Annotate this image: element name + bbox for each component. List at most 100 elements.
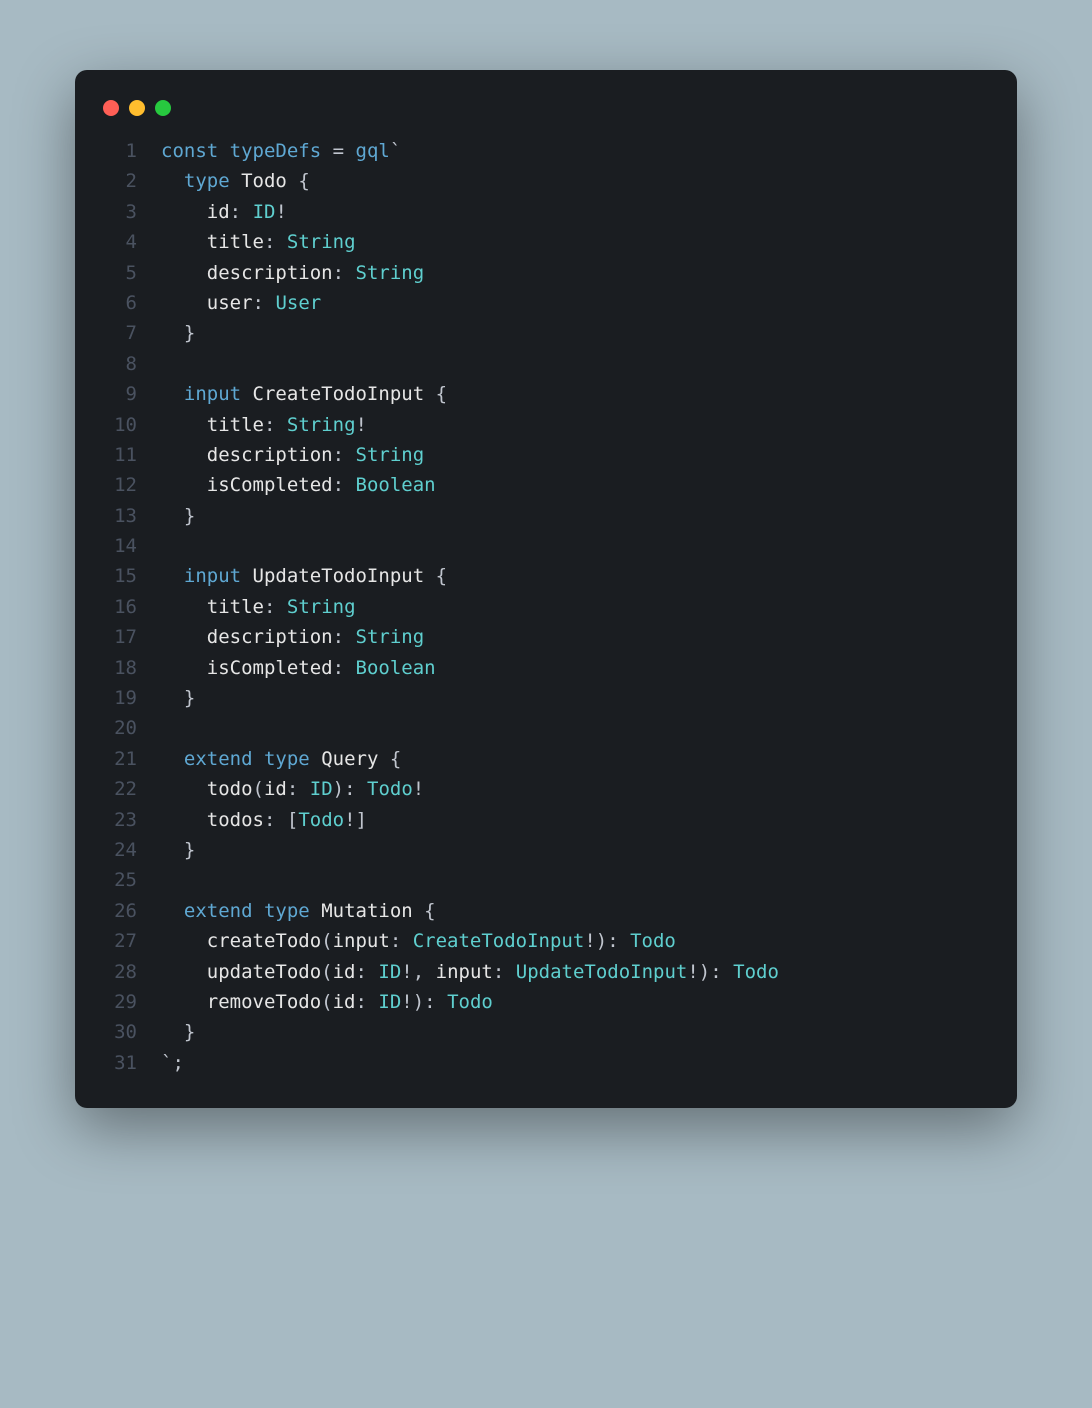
line-content[interactable]: } — [161, 683, 195, 713]
code-line[interactable]: 17 description: String — [103, 622, 989, 652]
code-line[interactable]: 27 createTodo(input: CreateTodoInput!): … — [103, 926, 989, 956]
token-kw: type — [264, 748, 310, 770]
line-content[interactable]: const typeDefs = gql` — [161, 136, 401, 166]
code-line[interactable]: 3 id: ID! — [103, 197, 989, 227]
code-line[interactable]: 15 input UpdateTodoInput { — [103, 561, 989, 591]
code-line[interactable]: 22 todo(id: ID): Todo! — [103, 774, 989, 804]
token-field: description — [207, 444, 333, 466]
token-plain — [161, 839, 184, 861]
token-plain — [344, 474, 355, 496]
line-content[interactable]: isCompleted: Boolean — [161, 653, 436, 683]
token-plain — [161, 687, 184, 709]
token-punct: : — [390, 930, 401, 952]
line-content[interactable]: `; — [161, 1048, 184, 1078]
line-content[interactable]: title: String — [161, 592, 356, 622]
code-line[interactable]: 5 description: String — [103, 258, 989, 288]
line-content[interactable]: type Todo { — [161, 166, 310, 196]
code-line[interactable]: 1const typeDefs = gql` — [103, 136, 989, 166]
token-punct: ` — [390, 140, 401, 162]
line-content[interactable]: title: String — [161, 227, 356, 257]
token-field: updateTodo — [207, 961, 321, 983]
token-plain — [424, 961, 435, 983]
token-plain — [356, 778, 367, 800]
code-line[interactable]: 26 extend type Mutation { — [103, 896, 989, 926]
code-line[interactable]: 20 — [103, 713, 989, 743]
token-ty: ID — [378, 961, 401, 983]
code-line[interactable]: 8 — [103, 349, 989, 379]
code-area[interactable]: 1const typeDefs = gql`2 type Todo {3 id:… — [75, 136, 1017, 1078]
code-line[interactable]: 25 — [103, 865, 989, 895]
line-content[interactable]: extend type Query { — [161, 744, 401, 774]
minimize-icon[interactable] — [129, 100, 145, 116]
code-editor-window: 1const typeDefs = gql`2 type Todo {3 id:… — [75, 70, 1017, 1108]
line-content[interactable]: extend type Mutation { — [161, 896, 436, 926]
line-content[interactable]: description: String — [161, 622, 424, 652]
code-line[interactable]: 2 type Todo { — [103, 166, 989, 196]
token-plain — [161, 657, 207, 679]
code-line[interactable]: 11 description: String — [103, 440, 989, 470]
line-content[interactable]: isCompleted: Boolean — [161, 470, 436, 500]
line-number: 15 — [103, 561, 137, 591]
token-ty: UpdateTodoInput — [516, 961, 688, 983]
code-line[interactable]: 24 } — [103, 835, 989, 865]
line-content[interactable]: todos: [Todo!] — [161, 805, 367, 835]
code-line[interactable]: 4 title: String — [103, 227, 989, 257]
token-punct: : — [493, 961, 504, 983]
code-line[interactable]: 16 title: String — [103, 592, 989, 622]
code-line[interactable]: 19 } — [103, 683, 989, 713]
code-line[interactable]: 21 extend type Query { — [103, 744, 989, 774]
token-ty: Boolean — [356, 657, 436, 679]
line-content[interactable]: createTodo(input: CreateTodoInput!): Tod… — [161, 926, 676, 956]
token-plain — [161, 565, 184, 587]
token-punct: : — [264, 414, 275, 436]
token-fn: gql — [356, 140, 390, 162]
line-content[interactable]: } — [161, 1017, 195, 1047]
code-line[interactable]: 31`; — [103, 1048, 989, 1078]
token-punct: { — [390, 748, 401, 770]
token-plain — [275, 809, 286, 831]
token-punct: : — [333, 262, 344, 284]
line-content[interactable]: description: String — [161, 258, 424, 288]
code-line[interactable]: 6 user: User — [103, 288, 989, 318]
code-line[interactable]: 28 updateTodo(id: ID!, input: UpdateTodo… — [103, 957, 989, 987]
line-content[interactable]: input CreateTodoInput { — [161, 379, 447, 409]
code-line[interactable]: 14 — [103, 531, 989, 561]
code-line[interactable]: 7 } — [103, 318, 989, 348]
line-content[interactable]: removeTodo(id: ID!): Todo — [161, 987, 493, 1017]
code-line[interactable]: 30 } — [103, 1017, 989, 1047]
line-number: 12 — [103, 470, 137, 500]
line-content[interactable]: description: String — [161, 440, 424, 470]
token-plain — [367, 991, 378, 1013]
line-number: 10 — [103, 410, 137, 440]
line-content[interactable]: updateTodo(id: ID!, input: UpdateTodoInp… — [161, 957, 779, 987]
token-punct: { — [298, 170, 309, 192]
line-content[interactable]: title: String! — [161, 410, 367, 440]
token-punct: !): — [401, 991, 435, 1013]
line-content[interactable]: todo(id: ID): Todo! — [161, 774, 424, 804]
token-ty: ID — [253, 201, 276, 223]
code-line[interactable]: 10 title: String! — [103, 410, 989, 440]
token-punct: : — [287, 778, 298, 800]
line-content[interactable]: } — [161, 318, 195, 348]
line-content[interactable]: input UpdateTodoInput { — [161, 561, 447, 591]
line-number: 4 — [103, 227, 137, 257]
code-line[interactable]: 18 isCompleted: Boolean — [103, 653, 989, 683]
line-content[interactable]: } — [161, 501, 195, 531]
code-line[interactable]: 29 removeTodo(id: ID!): Todo — [103, 987, 989, 1017]
line-content[interactable]: user: User — [161, 288, 321, 318]
code-line[interactable]: 23 todos: [Todo!] — [103, 805, 989, 835]
token-punct: } — [184, 322, 195, 344]
line-number: 26 — [103, 896, 137, 926]
close-icon[interactable] — [103, 100, 119, 116]
token-punct: ): — [333, 778, 356, 800]
code-line[interactable]: 12 isCompleted: Boolean — [103, 470, 989, 500]
maximize-icon[interactable] — [155, 100, 171, 116]
line-number: 14 — [103, 531, 137, 561]
code-line[interactable]: 9 input CreateTodoInput { — [103, 379, 989, 409]
line-content[interactable]: } — [161, 835, 195, 865]
token-plain — [161, 1021, 184, 1043]
token-punct: : — [253, 292, 264, 314]
code-line[interactable]: 13 } — [103, 501, 989, 531]
line-content[interactable]: id: ID! — [161, 197, 287, 227]
token-plain — [310, 900, 321, 922]
